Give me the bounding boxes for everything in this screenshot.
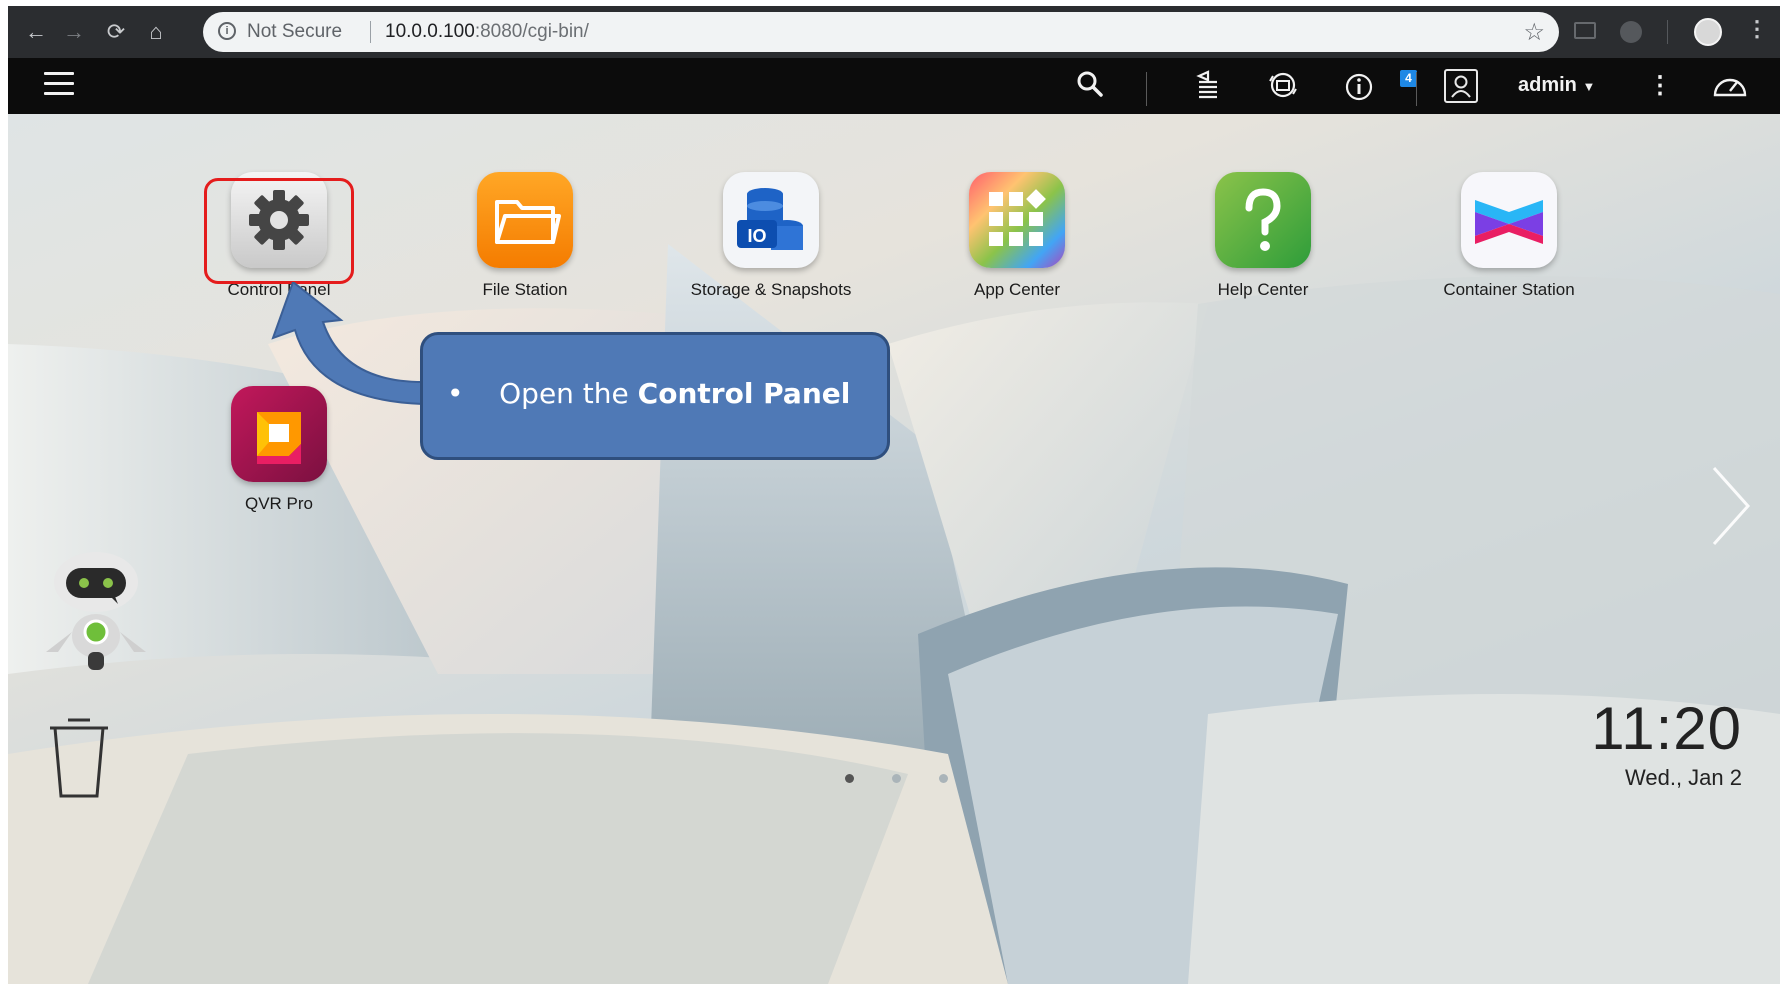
user-icon[interactable] — [1444, 69, 1478, 103]
app-label: Container Station — [1443, 280, 1575, 299]
notification-icon[interactable] — [1342, 70, 1378, 102]
browser-window: ← → ⟳ ⌂ i Not Secure 10.0.0.100:8080/cgi… — [8, 6, 1780, 984]
tutorial-callout: • Open the Control Panel — [420, 332, 890, 460]
url-text[interactable]: 10.0.0.100:8080/cgi-bin/ — [385, 21, 589, 43]
app-label: Storage & Snapshots — [690, 280, 852, 299]
url-path: :8080/cgi-bin/ — [474, 21, 589, 42]
pointer-arrow-icon — [271, 282, 424, 406]
browser-menu-icon[interactable]: ⋮ — [1746, 16, 1768, 42]
user-menu[interactable]: admin ▼ — [1518, 74, 1595, 97]
address-divider — [370, 21, 371, 43]
folder-icon — [477, 172, 573, 268]
app-file-station[interactable]: File Station — [435, 172, 615, 300]
extension-icon[interactable] — [1620, 21, 1642, 43]
user-name: admin — [1518, 74, 1577, 96]
callout-text: • Open the Control Panel — [447, 377, 851, 410]
back-arrow-icon[interactable]: ← — [22, 18, 50, 46]
info-icon[interactable]: i — [218, 22, 236, 40]
desktop-clock: 11:20 Wed., Jan 2 — [1591, 694, 1742, 791]
svg-text:IO: IO — [747, 226, 766, 246]
more-options-icon[interactable]: ⋮ — [1648, 70, 1672, 102]
notification-badge: 4 — [1400, 70, 1417, 87]
callout-emphasis: Control Panel — [637, 377, 851, 410]
bookmark-star-icon[interactable]: ☆ — [1523, 18, 1545, 47]
app-label: QVR Pro — [244, 494, 314, 513]
recycle-bin-icon[interactable] — [46, 714, 112, 800]
desktop: Control Panel File Station IO Storage & … — [8, 114, 1780, 984]
dashboard-gauge-icon[interactable] — [1710, 70, 1750, 102]
app-container-station[interactable]: Container Station — [1419, 172, 1599, 300]
main-menu-icon[interactable] — [44, 72, 74, 98]
background-tasks-icon[interactable] — [1192, 70, 1224, 102]
forward-arrow-icon[interactable]: → — [60, 18, 88, 46]
url-host: 10.0.0.100 — [385, 21, 475, 42]
app-storage-snapshots[interactable]: IO Storage & Snapshots — [681, 172, 861, 300]
app-label: App Center — [974, 280, 1060, 299]
security-label: Not Secure — [247, 21, 343, 42]
container-icon — [1461, 172, 1557, 268]
page-dot[interactable] — [939, 774, 948, 783]
page-dot[interactable] — [845, 774, 854, 783]
control-panel-highlight — [204, 178, 354, 284]
app-help-center[interactable]: Help Center — [1173, 172, 1353, 300]
profile-avatar[interactable] — [1694, 18, 1722, 46]
page-dot[interactable] — [892, 774, 901, 783]
external-device-icon[interactable] — [1267, 70, 1299, 102]
app-label: File Station — [482, 280, 568, 299]
app-label: Help Center — [1217, 280, 1309, 299]
reload-icon[interactable]: ⟳ — [102, 18, 130, 46]
clock-date: Wed., Jan 2 — [1625, 765, 1742, 790]
next-page-arrow-icon[interactable] — [1708, 464, 1754, 548]
qts-topbar: 4 admin ▼ ⋮ — [8, 58, 1780, 114]
app-app-center[interactable]: App Center — [927, 172, 1107, 300]
callout-prefix: Open the — [499, 377, 638, 410]
search-icon[interactable] — [1074, 70, 1106, 102]
address-bar[interactable]: i Not Secure 10.0.0.100:8080/cgi-bin/ ☆ — [203, 12, 1559, 52]
clock-time: 11:20 — [1591, 695, 1742, 762]
assistant-robot-icon[interactable] — [36, 544, 156, 684]
question-icon — [1215, 172, 1311, 268]
topbar-divider — [1146, 72, 1147, 106]
browser-toolbar: ← → ⟳ ⌂ i Not Secure 10.0.0.100:8080/cgi… — [8, 6, 1780, 58]
home-icon[interactable]: ⌂ — [142, 18, 170, 46]
chevron-down-icon: ▼ — [1582, 79, 1596, 94]
topbar-divider — [1416, 72, 1417, 106]
grid-icon — [969, 172, 1065, 268]
storage-icon: IO — [723, 172, 819, 268]
toolbar-divider — [1667, 20, 1668, 44]
cast-icon[interactable] — [1574, 22, 1596, 39]
